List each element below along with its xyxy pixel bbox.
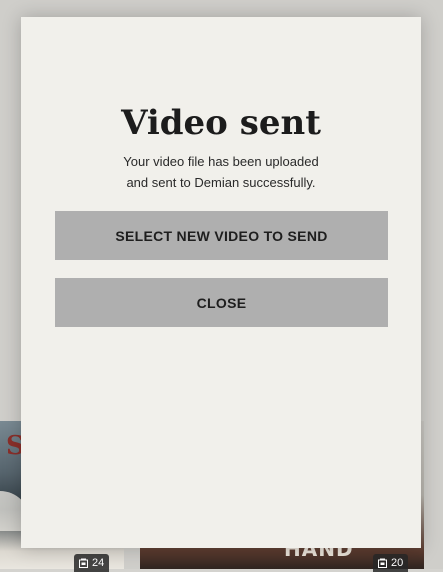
dialog-message-line: Your video file has been uploaded bbox=[123, 154, 319, 169]
dialog-message: Your video file has been uploaded and se… bbox=[81, 151, 361, 193]
card-count: 24 bbox=[92, 557, 105, 569]
card-count: 20 bbox=[391, 557, 404, 569]
file-icon bbox=[79, 558, 88, 568]
dialog-title: Video sent bbox=[121, 103, 321, 143]
file-icon bbox=[378, 558, 387, 568]
select-new-video-button[interactable]: SELECT NEW VIDEO TO SEND bbox=[55, 211, 388, 260]
video-sent-dialog: Video sent Your video file has been uplo… bbox=[21, 17, 421, 548]
card-count-badge: 24 bbox=[74, 554, 110, 572]
dialog-message-line: and sent to Demian successfully. bbox=[126, 175, 316, 190]
close-button[interactable]: CLOSE bbox=[55, 278, 388, 327]
card-count-badge: 20 bbox=[373, 554, 409, 572]
